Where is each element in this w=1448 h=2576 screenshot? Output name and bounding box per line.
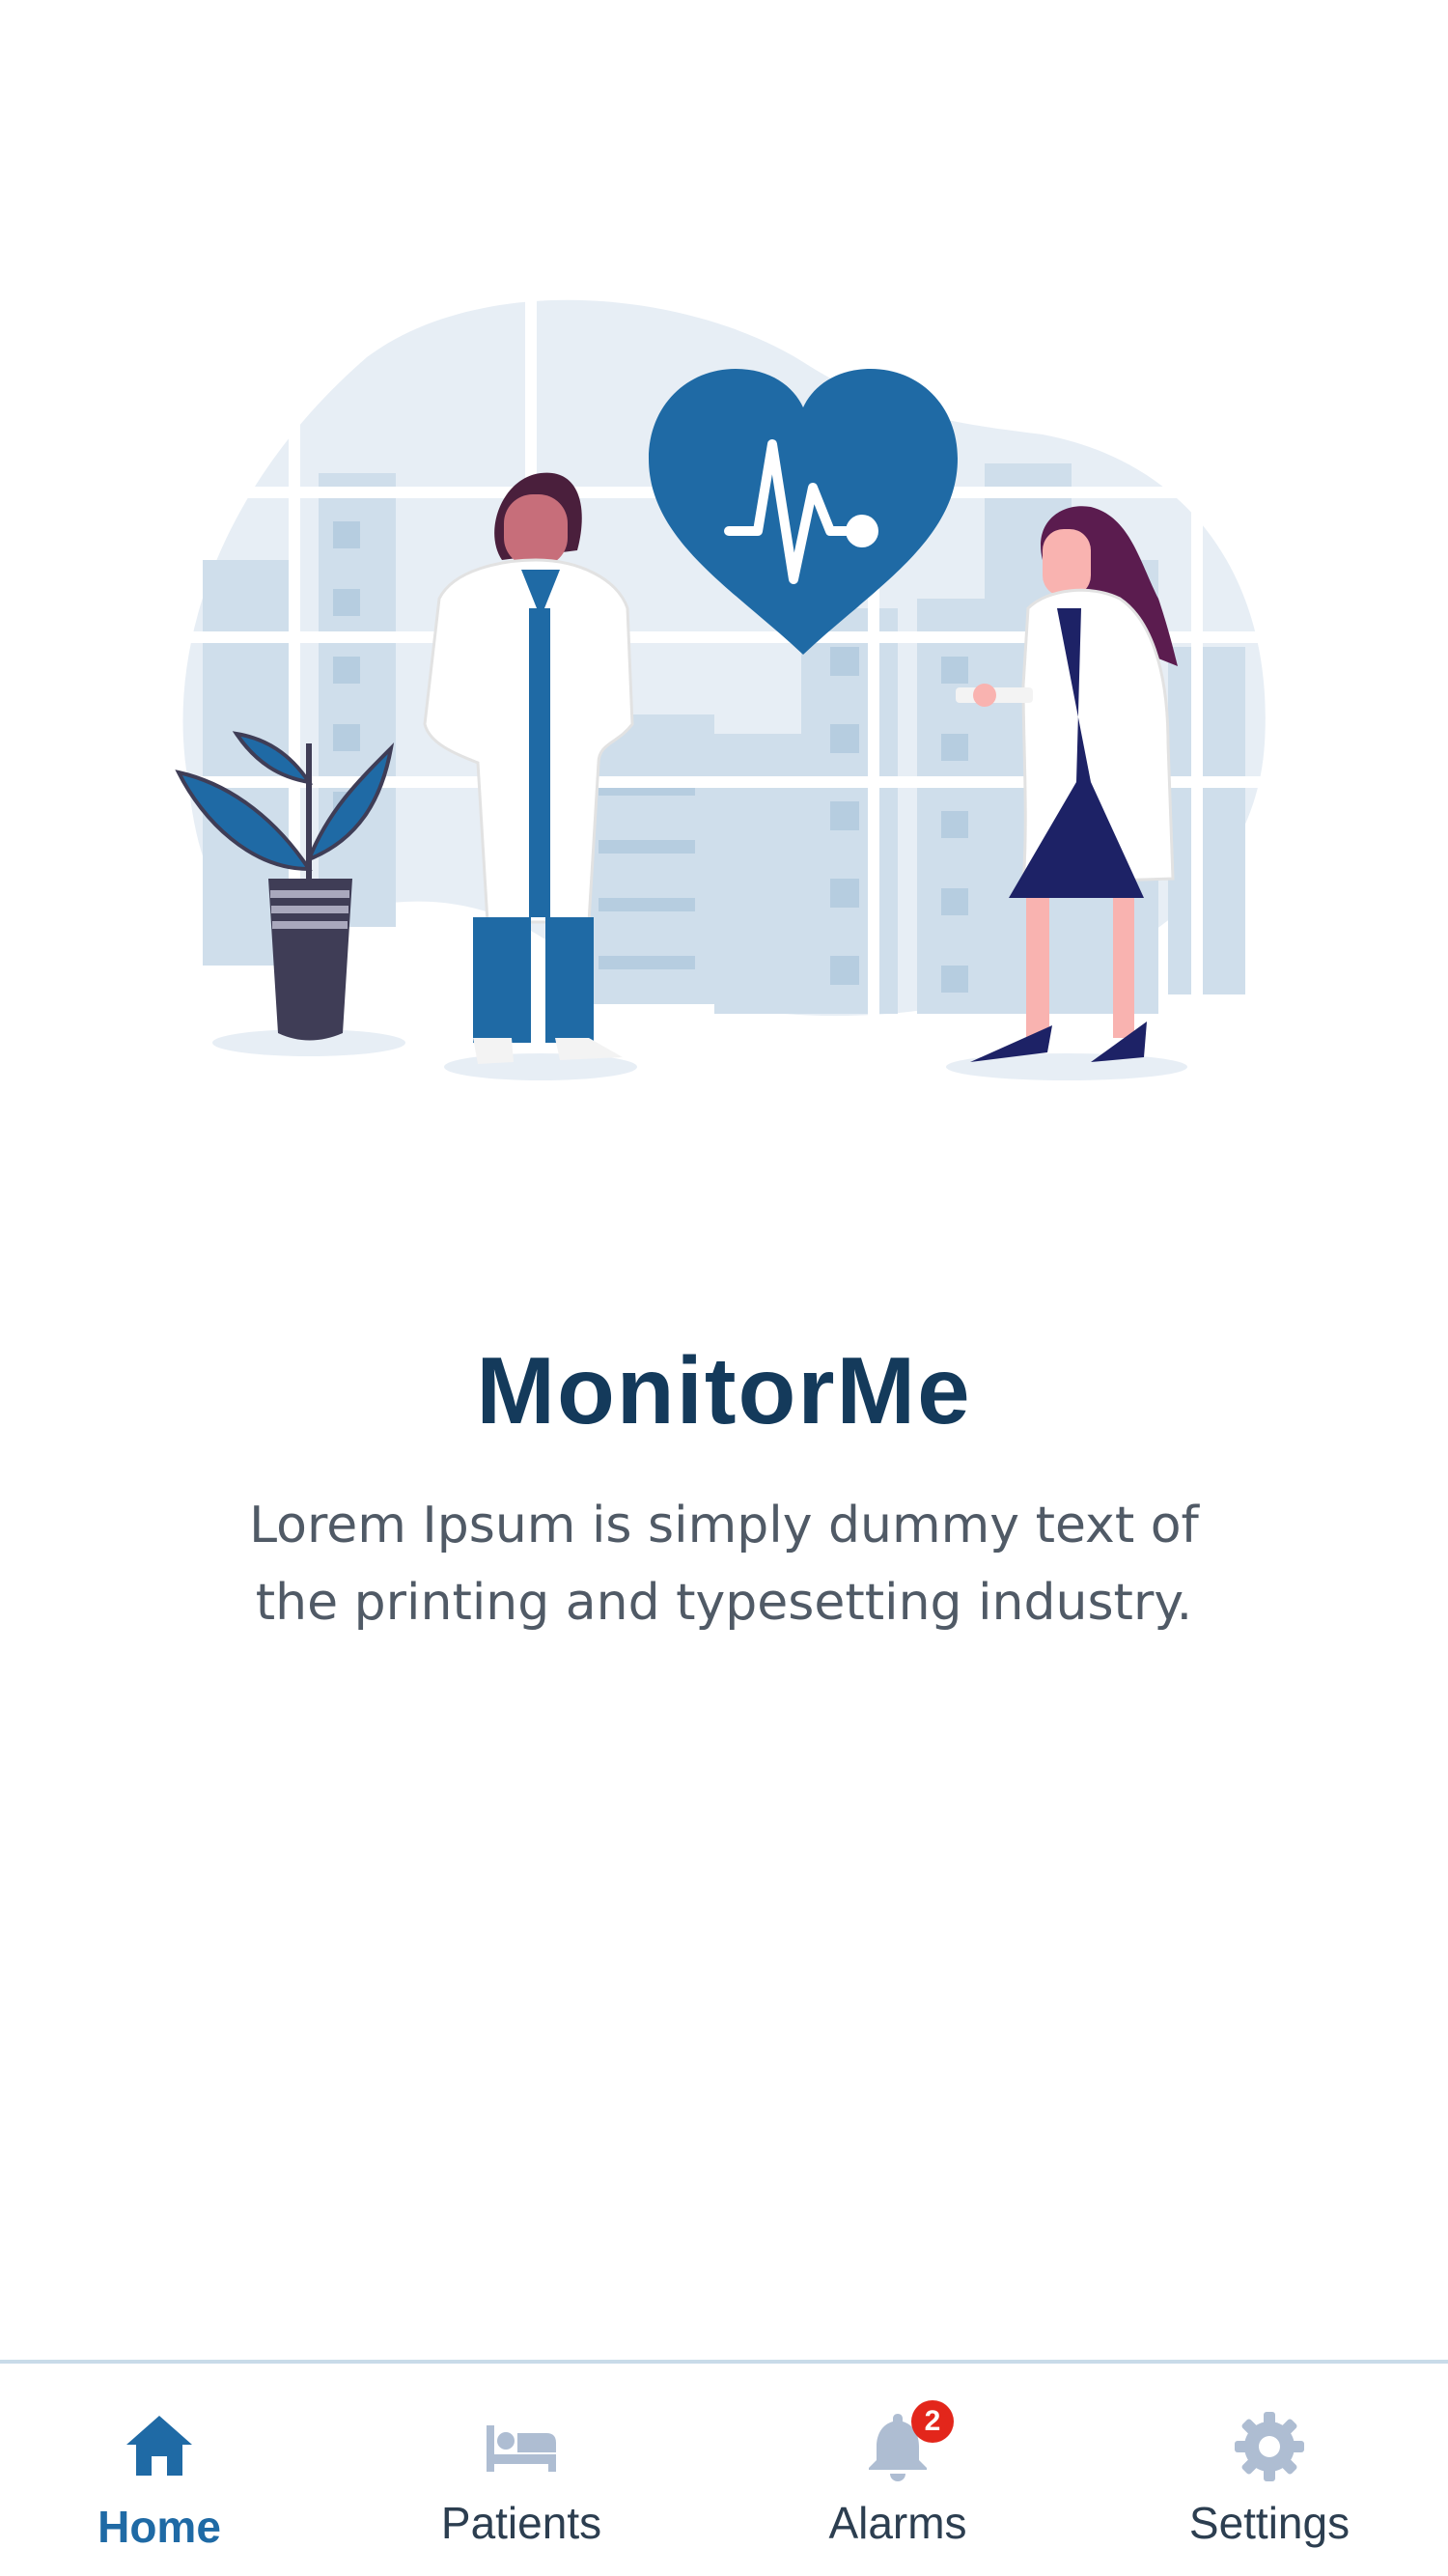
tab-settings-label: Settings xyxy=(1188,2498,1351,2548)
tab-patients-label: Patients xyxy=(440,2498,602,2548)
gear-icon xyxy=(1235,2412,1304,2481)
app-title: MonitorMe xyxy=(476,1337,972,1443)
bed-icon xyxy=(487,2425,556,2472)
alarms-count-badge: 2 xyxy=(911,2400,954,2443)
tab-home[interactable]: Home xyxy=(0,2364,319,2576)
tab-alarms-label: Alarms xyxy=(828,2498,967,2548)
app-subtitle: Lorem Ipsum is simply dummy text of the … xyxy=(249,1497,1199,1632)
home-screen: MonitorMe Lorem Ipsum is simply dummy te… xyxy=(0,0,1448,2576)
tab-home-label: Home xyxy=(97,2502,221,2552)
home-icon xyxy=(126,2416,192,2476)
tab-patients[interactable]: Patients xyxy=(338,2364,705,2576)
bottom-tab-bar: Home Patients 2 Alarms Settings xyxy=(0,2360,1448,2576)
hero-illustration xyxy=(174,299,1266,1080)
tab-alarms[interactable]: 2 Alarms xyxy=(714,2364,1081,2576)
tab-settings[interactable]: Settings xyxy=(1091,2364,1448,2576)
